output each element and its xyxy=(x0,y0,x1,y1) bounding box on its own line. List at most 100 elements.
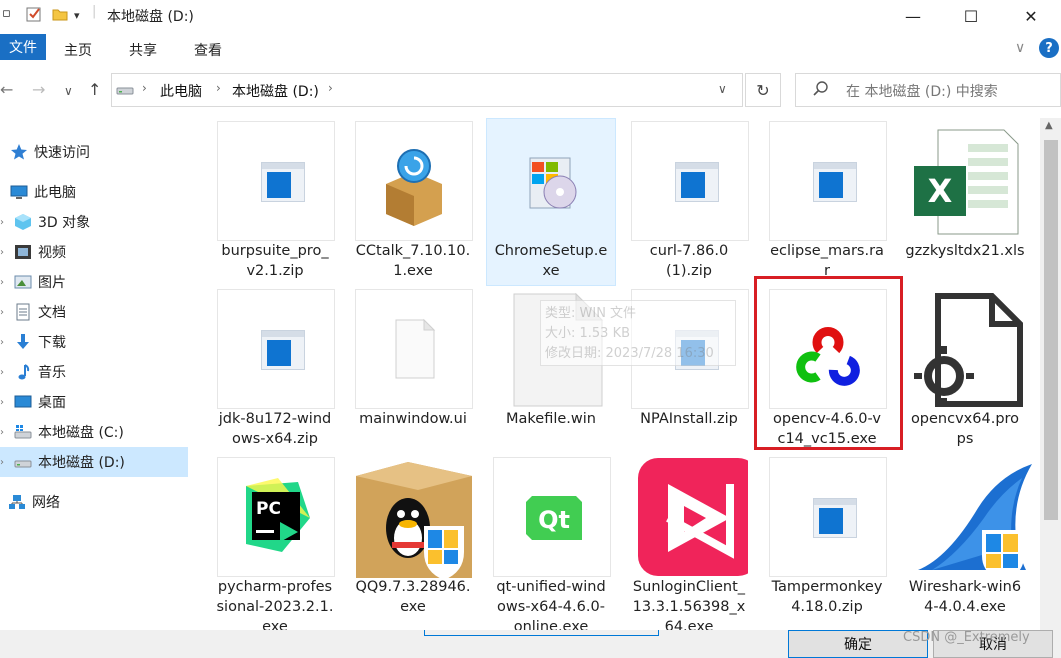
file-item-pycharm[interactable]: PC pycharm-profes sional-2023.2.1. exe xyxy=(210,457,335,630)
generic-file-icon xyxy=(769,121,887,241)
file-item-chromesetup[interactable]: ChromeSetup.e xe xyxy=(486,118,616,286)
svg-text:Qt: Qt xyxy=(538,506,570,534)
search-box[interactable]: 在 本地磁盘 (D:) 中搜索 xyxy=(795,73,1061,107)
help-button[interactable]: ? xyxy=(1039,38,1059,58)
title-bar: ▫ ▾ | 本地磁盘 (D:) — ☐ ✕ xyxy=(0,0,1061,32)
file-item-jdk[interactable]: jdk-8u172-wind ows-x64.zip xyxy=(210,289,335,451)
scroll-up-icon[interactable]: ▲ xyxy=(1045,120,1053,131)
svg-text:PC: PC xyxy=(256,499,281,519)
customize-qa-icon[interactable]: ▾ xyxy=(74,9,80,29)
settings-file-icon xyxy=(907,289,1025,409)
help-icon: ? xyxy=(1045,40,1053,56)
properties-icon[interactable] xyxy=(26,6,42,26)
expand-chevron-icon[interactable]: › xyxy=(0,337,8,348)
file-item-wireshark[interactable]: Wireshark-win6 4-4.0.4.exe xyxy=(900,457,1032,619)
expand-chevron-icon[interactable]: › xyxy=(0,277,8,288)
file-item-sunlogin[interactable]: SunloginClient_ 13.3.1.56398_x 64.exe xyxy=(624,457,758,630)
file-item-qt[interactable]: Qt qt-unified-wind ows-x64-4.6.0- online.e… xyxy=(486,457,611,630)
nav-item-drive-d[interactable]: › 本地磁盘 (D:) xyxy=(0,447,188,477)
nav-item-quick-access[interactable]: 快速访问 xyxy=(0,137,188,167)
search-input[interactable]: 在 本地磁盘 (D:) 中搜索 xyxy=(846,81,998,101)
nav-item-3d-objects[interactable]: › 3D 对象 xyxy=(0,207,188,237)
nav-item-pictures[interactable]: › 图片 xyxy=(0,267,188,297)
expand-ribbon-icon[interactable]: ∨ xyxy=(1015,40,1025,56)
breadcrumb-this-pc[interactable]: 此电脑 xyxy=(160,81,202,101)
nav-item-label: 音乐 xyxy=(38,365,66,381)
nav-item-label: 桌面 xyxy=(38,395,66,411)
tab-home[interactable]: 主页 xyxy=(64,40,92,60)
tab-share[interactable]: 共享 xyxy=(129,40,157,60)
close-button[interactable]: ✕ xyxy=(1003,0,1059,32)
file-name: SunloginClient_ 13.3.1.56398_x 64.exe xyxy=(632,579,746,630)
file-name: curl-7.86.0 (1).zip xyxy=(649,243,729,279)
file-name: CCtalk_7.10.10. 1.exe xyxy=(355,243,471,279)
tab-file[interactable]: 文件 xyxy=(0,34,46,60)
expand-chevron-icon[interactable]: › xyxy=(0,397,8,408)
minimize-icon: — xyxy=(905,6,921,26)
file-item-eclipse[interactable]: eclipse_mars.ra r xyxy=(762,121,887,283)
sunlogin-icon xyxy=(631,457,758,577)
star-icon xyxy=(10,143,28,161)
nav-item-desktop[interactable]: › 桌面 xyxy=(0,387,188,417)
nav-item-videos[interactable]: › 视频 xyxy=(0,237,188,267)
pictures-icon xyxy=(14,273,32,291)
network-icon xyxy=(8,493,26,511)
file-item-qq[interactable]: QQ9.7.3.28946. exe xyxy=(348,457,473,619)
cube-icon xyxy=(14,213,32,231)
expand-chevron-icon[interactable]: › xyxy=(0,247,8,258)
file-name: ChromeSetup.e xe xyxy=(494,243,608,279)
recent-locations-icon[interactable]: ∨ xyxy=(64,84,73,98)
maximize-icon: ☐ xyxy=(963,6,979,26)
file-item-curl[interactable]: curl-7.86.0 (1).zip xyxy=(624,121,749,283)
nav-item-documents[interactable]: › 文档 xyxy=(0,297,188,327)
expand-chevron-icon[interactable]: › xyxy=(0,427,8,438)
file-item-cctalk[interactable]: CCtalk_7.10.10. 1.exe xyxy=(348,121,473,283)
up-icon[interactable]: ↑ xyxy=(88,80,101,99)
expand-chevron-icon[interactable]: › xyxy=(0,217,8,228)
drive-icon xyxy=(116,83,134,101)
back-icon[interactable]: ← xyxy=(0,80,13,99)
nav-item-drive-c[interactable]: › 本地磁盘 (C:) xyxy=(0,417,188,447)
breadcrumb-separator-icon: › xyxy=(216,81,221,95)
ribbon xyxy=(0,32,1061,62)
expand-chevron-icon[interactable]: › xyxy=(0,367,8,378)
breadcrumb-separator-icon: › xyxy=(328,81,333,95)
minimize-button[interactable]: — xyxy=(885,0,941,32)
nav-item-music[interactable]: › 音乐 xyxy=(0,357,188,387)
generic-file-icon xyxy=(217,121,335,241)
file-item-tampermonkey[interactable]: Tampermonkey 4.18.0.zip xyxy=(762,457,887,619)
nav-item-label: 图片 xyxy=(38,275,66,291)
search-icon xyxy=(812,80,830,102)
tab-view[interactable]: 查看 xyxy=(194,40,222,60)
back-edge-icon: ▫ xyxy=(2,6,11,21)
nav-item-label: 本地磁盘 (D:) xyxy=(38,455,125,471)
file-item-props[interactable]: opencvx64.pro ps xyxy=(900,289,1025,451)
file-name: Tampermonkey 4.18.0.zip xyxy=(771,579,883,615)
forward-icon[interactable]: → xyxy=(32,80,45,99)
expand-chevron-icon[interactable]: › xyxy=(0,457,8,468)
nav-item-network[interactable]: 网络 xyxy=(0,487,188,517)
nav-item-this-pc[interactable]: 此电脑 xyxy=(0,177,188,207)
nav-item-label: 此电脑 xyxy=(34,185,76,201)
file-name: NPAInstall.zip xyxy=(640,411,738,427)
address-bar[interactable]: › 此电脑 › 本地磁盘 (D:) › ∨ xyxy=(111,73,743,107)
svg-text:X: X xyxy=(928,172,953,210)
close-icon: ✕ xyxy=(1024,6,1038,26)
scrollbar-thumb[interactable] xyxy=(1044,140,1058,520)
new-folder-icon[interactable] xyxy=(52,6,68,26)
file-item-burpsuite[interactable]: burpsuite_pro_ v2.1.zip xyxy=(210,121,335,283)
expand-chevron-icon[interactable]: › xyxy=(0,307,8,318)
maximize-button[interactable]: ☐ xyxy=(943,0,999,32)
drive-icon xyxy=(14,453,32,471)
breadcrumb-drive-d[interactable]: 本地磁盘 (D:) xyxy=(232,81,319,101)
cctalk-icon xyxy=(355,121,473,241)
address-dropdown-icon[interactable]: ∨ xyxy=(718,82,727,96)
window-title: 本地磁盘 (D:) xyxy=(107,9,194,25)
file-item-xls[interactable]: X gzzkysltdx21.xls xyxy=(900,121,1025,283)
nav-item-label: 网络 xyxy=(32,495,60,511)
file-item-mainwindow[interactable]: mainwindow.ui xyxy=(348,289,473,451)
excel-icon: X xyxy=(907,121,1025,241)
refresh-button[interactable]: ↻ xyxy=(745,73,781,107)
nav-item-downloads[interactable]: › 下载 xyxy=(0,327,188,357)
filename-field[interactable] xyxy=(424,630,659,636)
